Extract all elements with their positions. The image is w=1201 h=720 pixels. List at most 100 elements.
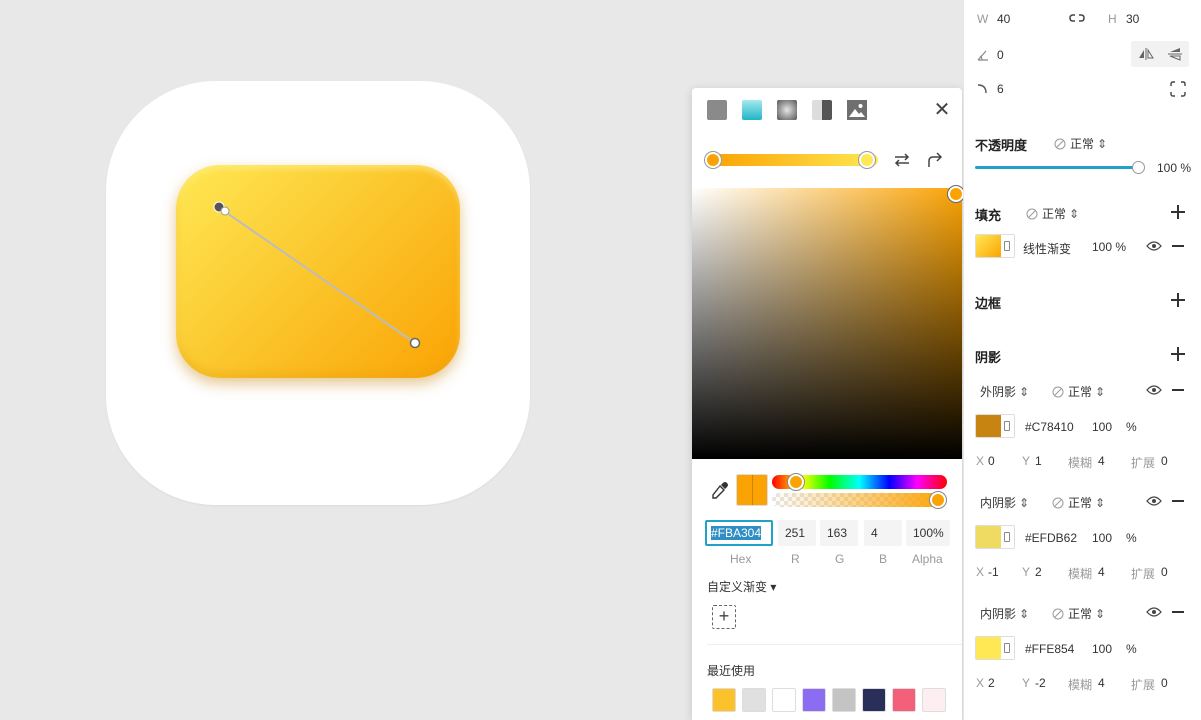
shadow-type-dropdown[interactable]: 内阴影 ⇕ (980, 605, 1029, 622)
shadow-blur-input[interactable]: 4 (1098, 565, 1105, 579)
shadow-blend-mode[interactable]: 正常 ⇕ (1052, 494, 1105, 511)
shadow-color-swatch[interactable] (975, 636, 1015, 660)
image-fill-tab[interactable] (847, 100, 867, 120)
add-shadow-button[interactable] (1170, 346, 1186, 362)
shadow-blur-input[interactable]: 4 (1098, 454, 1105, 468)
flip-vertical-icon[interactable] (1167, 47, 1183, 61)
shadow-x-input[interactable]: -1 (988, 565, 999, 579)
gradient-stop-start[interactable] (705, 152, 721, 168)
recent-color-swatch[interactable] (712, 688, 736, 712)
eye-icon[interactable] (1146, 495, 1162, 507)
shadow-spread-input[interactable]: 0 (1161, 454, 1168, 468)
fill-opacity-unit: % (1115, 240, 1127, 254)
shadow-color-swatch[interactable] (975, 525, 1015, 549)
shadow-x-label: X (976, 676, 985, 690)
shadow-spread-input[interactable]: 0 (1161, 565, 1168, 579)
custom-gradient-dropdown[interactable]: 自定义渐变 ▾ (707, 578, 776, 595)
fill-swatch[interactable] (975, 234, 1015, 258)
alpha-slider-knob[interactable] (930, 492, 946, 508)
alpha-value: 100 (913, 526, 934, 540)
blue-input[interactable]: 4 (864, 520, 902, 546)
radial-gradient-tab[interactable] (777, 100, 797, 120)
width-input[interactable]: 40 (997, 12, 1010, 26)
remove-fill-button[interactable] (1171, 239, 1185, 253)
remove-shadow-button[interactable] (1171, 605, 1185, 619)
shadow-blend-mode[interactable]: 正常 ⇕ (1052, 605, 1105, 622)
opacity-slider-track[interactable] (975, 166, 1141, 169)
red-input[interactable]: 251 (778, 520, 816, 546)
opacity-title: 不透明度 (975, 138, 1028, 153)
corner-radius-icon (977, 84, 987, 94)
shadow-type-label: 外阴影 (980, 385, 1017, 399)
flip-horizontal-icon[interactable] (1138, 47, 1154, 61)
shadow-blend-mode[interactable]: 正常 ⇕ (1052, 383, 1105, 400)
recent-color-swatch[interactable] (832, 688, 856, 712)
lock-ratio-icon[interactable] (1069, 12, 1085, 24)
color-picker-popover: ✕ #FBA304 251 163 4 100% Hex R G B Alpha… (692, 88, 964, 720)
shadow-y-input[interactable]: 1 (1035, 454, 1042, 468)
rotate-gradient-icon[interactable] (925, 150, 945, 170)
shadow-x-input[interactable]: 2 (988, 676, 995, 690)
shadow-hex[interactable]: #FFE854 (1025, 642, 1074, 656)
chevron-updown-icon: ⇕ (1019, 385, 1030, 399)
hue-slider-knob[interactable] (788, 474, 804, 490)
recent-color-swatch[interactable] (862, 688, 886, 712)
fill-blend-mode[interactable]: 正常 ⇕ (1026, 205, 1079, 222)
shadow-y-input[interactable]: -2 (1035, 676, 1046, 690)
gradient-bar[interactable] (712, 154, 878, 166)
alpha-input[interactable]: 100% (906, 520, 950, 546)
shadow-opacity[interactable]: 100 (1092, 531, 1112, 545)
hex-input[interactable]: #FBA304 (705, 520, 773, 546)
shadow-hex[interactable]: #EFDB62 (1025, 531, 1077, 545)
shadow-type-dropdown[interactable]: 外阴影 ⇕ (980, 383, 1029, 400)
fill-opacity[interactable]: 100 % (1092, 240, 1126, 254)
shadow-color-fill (976, 415, 1001, 437)
green-input[interactable]: 163 (820, 520, 858, 546)
opacity-slider-knob[interactable] (1132, 161, 1145, 174)
add-gradient-button[interactable]: + (712, 605, 736, 629)
eye-icon[interactable] (1146, 606, 1162, 618)
angular-gradient-tab[interactable] (812, 100, 832, 120)
add-fill-button[interactable] (1170, 204, 1186, 220)
saturation-value-area[interactable] (692, 188, 962, 459)
radius-input[interactable]: 6 (997, 82, 1004, 96)
remove-shadow-button[interactable] (1171, 494, 1185, 508)
independent-corners-icon[interactable] (1170, 81, 1186, 97)
linear-gradient-tab[interactable] (742, 100, 762, 120)
blend-mode-icon (1054, 138, 1066, 150)
shadow-opacity[interactable]: 100 (1092, 420, 1112, 434)
shadow-color-swatch[interactable] (975, 414, 1015, 438)
recent-color-swatch[interactable] (772, 688, 796, 712)
close-icon[interactable]: ✕ (932, 100, 952, 120)
recent-color-swatch[interactable] (922, 688, 946, 712)
saturation-value-handle[interactable] (948, 186, 964, 202)
solid-fill-tab[interactable] (707, 100, 727, 120)
opacity-value[interactable]: 100 % (1157, 161, 1191, 175)
recent-color-swatch[interactable] (802, 688, 826, 712)
shadow-opacity[interactable]: 100 (1092, 642, 1112, 656)
shadow-y-input[interactable]: 2 (1035, 565, 1042, 579)
shadow-x-input[interactable]: 0 (988, 454, 995, 468)
alpha-label: Alpha (912, 552, 943, 566)
shadow-opacity-unit: % (1126, 420, 1137, 434)
shadow-type-dropdown[interactable]: 内阴影 ⇕ (980, 494, 1029, 511)
recent-color-swatch[interactable] (892, 688, 916, 712)
shadow-mode-label: 正常 (1068, 385, 1093, 399)
shadow-spread-input[interactable]: 0 (1161, 676, 1168, 690)
opacity-blend-mode[interactable]: 正常 ⇕ (1054, 135, 1107, 152)
eye-icon[interactable] (1146, 240, 1162, 252)
yellow-rounded-rectangle[interactable] (176, 165, 460, 378)
eyedropper-icon[interactable] (710, 480, 730, 500)
fill-type-label[interactable]: 线性渐变 (1023, 240, 1071, 257)
angle-input[interactable]: 0 (997, 48, 1004, 62)
eye-icon[interactable] (1146, 384, 1162, 396)
alpha-slider[interactable] (772, 493, 947, 507)
shadow-blur-input[interactable]: 4 (1098, 676, 1105, 690)
shadow-hex[interactable]: #C78410 (1025, 420, 1074, 434)
height-input[interactable]: 30 (1126, 12, 1139, 26)
add-border-button[interactable] (1170, 292, 1186, 308)
remove-shadow-button[interactable] (1171, 383, 1185, 397)
gradient-stop-end[interactable] (859, 152, 875, 168)
recent-color-swatch[interactable] (742, 688, 766, 712)
swap-stops-icon[interactable] (892, 150, 912, 170)
